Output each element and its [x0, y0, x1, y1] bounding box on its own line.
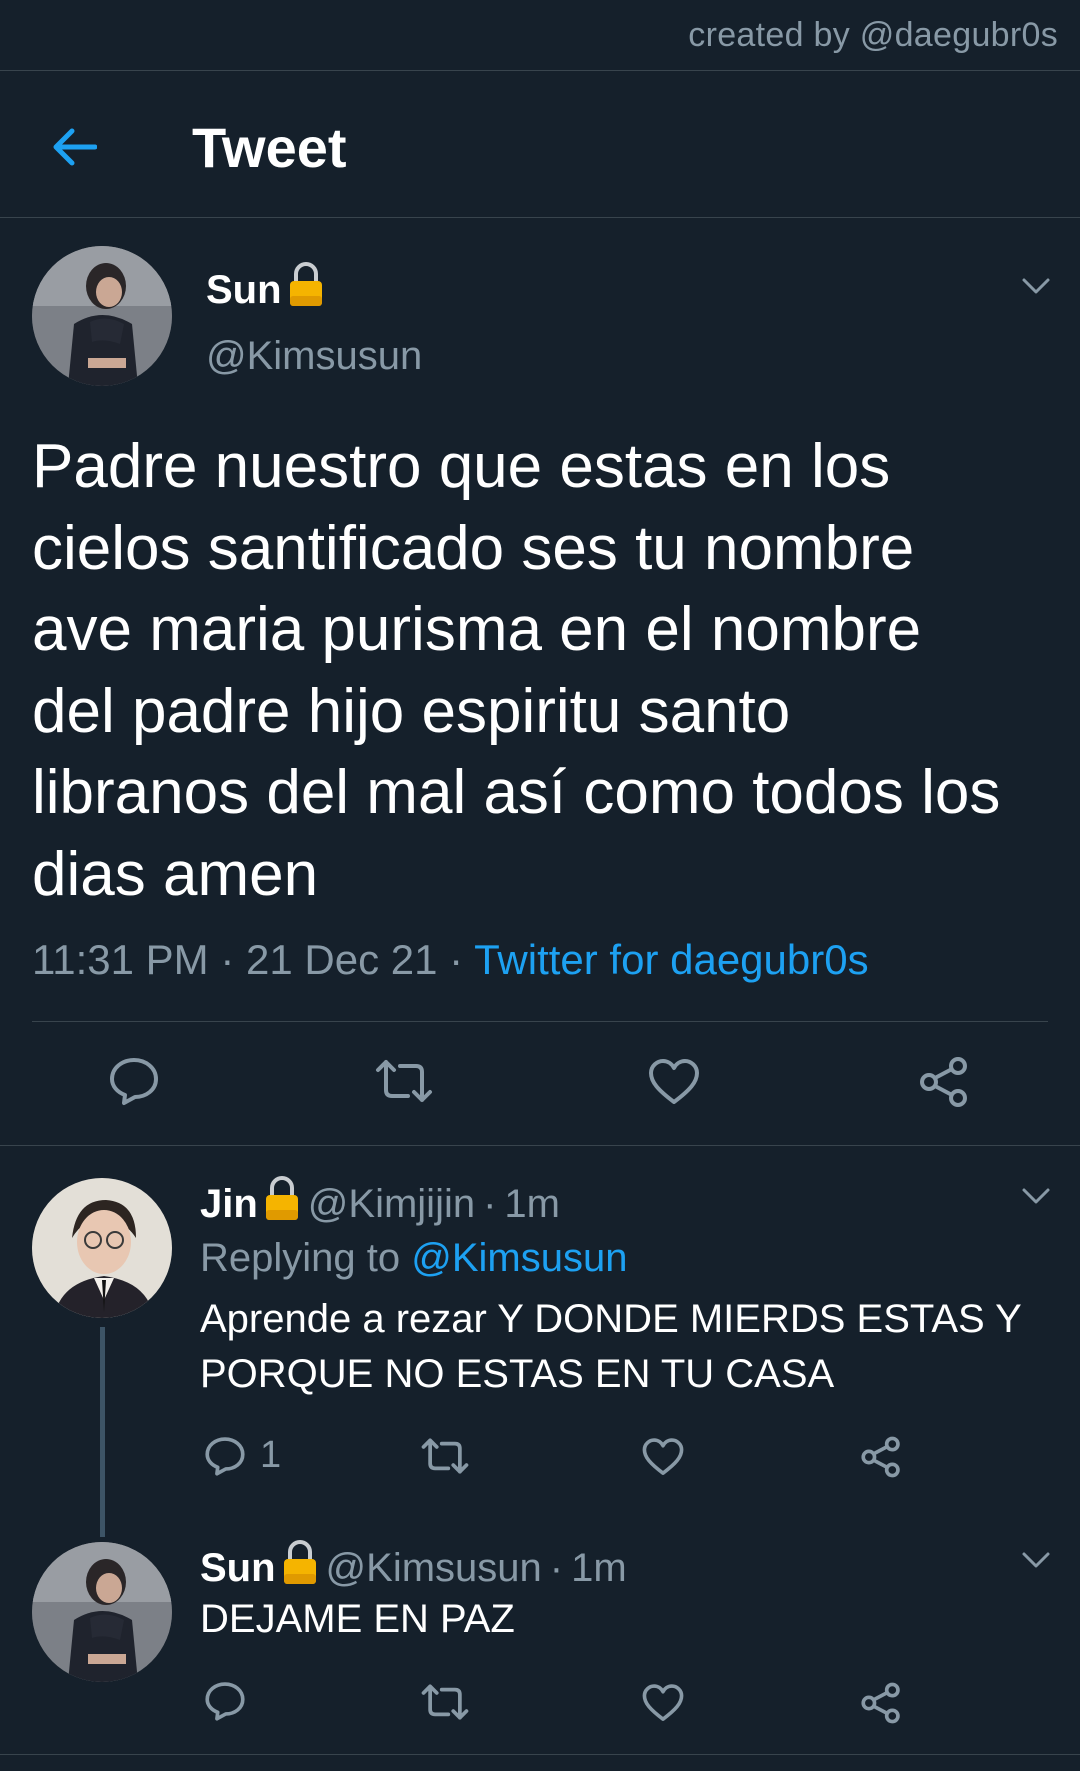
tweet-text-line: ave maria purisma en el nombre [32, 595, 922, 664]
chevron-down-icon [1022, 278, 1050, 294]
back-arrow-icon [53, 128, 97, 166]
divider [0, 1754, 1080, 1755]
lock-icon [264, 1176, 300, 1232]
reply-options-button[interactable] [1016, 1176, 1056, 1216]
tweet-options-button[interactable] [1016, 266, 1056, 306]
like-button[interactable] [648, 1058, 700, 1106]
tweet-date: 21 Dec 21 [246, 936, 438, 983]
top-bar: Tweet [0, 71, 1080, 218]
lock-icon [288, 262, 324, 318]
tweet-source-link[interactable]: Twitter for daegubr0s [474, 936, 869, 983]
tweet-text-line: libranos del mal así como todos los [32, 758, 1001, 827]
share-button[interactable] [860, 1436, 902, 1478]
lock-icon [282, 1540, 318, 1596]
page-title: Tweet [192, 116, 347, 179]
share-icon [861, 1682, 900, 1724]
like-icon [642, 1684, 684, 1721]
main-tweet-handle[interactable]: @Kimsusun [206, 334, 422, 379]
reply-options-button[interactable] [1016, 1540, 1056, 1580]
credit-text: created by @daegubr0s [688, 16, 1058, 54]
tweet-text-line: Padre nuestro que estas en los [32, 432, 891, 501]
retweet-icon [376, 1060, 432, 1102]
reply-header: Sun @Kimsusun · 1m [200, 1540, 627, 1596]
share-button[interactable] [918, 1056, 970, 1108]
like-icon [649, 1059, 699, 1104]
reply-time: 1m [504, 1181, 560, 1226]
reply-avatar[interactable] [32, 1542, 172, 1682]
retweet-icon [421, 1438, 469, 1474]
reply-time: 1m [571, 1545, 627, 1590]
reply-header: Jin @Kimjijin · 1m [200, 1176, 560, 1232]
tweet-text-line: del padre hijo espiritu santo [32, 676, 791, 746]
replying-to: Replying to @Kimsusun [200, 1236, 627, 1281]
reply-author-name[interactable]: Jin [200, 1182, 258, 1227]
thread-connector [100, 1327, 105, 1537]
main-tweet-text: Padre nuestro que estas en los cielos sa… [32, 426, 1062, 915]
reply-button[interactable]: 1 [204, 1434, 281, 1477]
replying-to-mention[interactable]: @Kimsusun [411, 1236, 627, 1280]
meta-separator: · [549, 1545, 564, 1590]
reply-icon [110, 1058, 158, 1105]
reply-count: 1 [260, 1434, 282, 1476]
tweet-time: 11:31 PM [32, 936, 209, 983]
reply-icon [205, 1436, 245, 1476]
reply-text-line: DEJAME EN PAZ [200, 1597, 515, 1641]
retweet-button[interactable] [420, 1683, 470, 1721]
divider [32, 1021, 1048, 1022]
reply-handle[interactable]: @Kimjijin [308, 1182, 475, 1227]
like-button[interactable] [642, 1437, 684, 1477]
retweet-icon [421, 1684, 469, 1720]
reply-text-line: PORQUE NO ESTAS EN TU CASA [200, 1352, 835, 1396]
retweet-button[interactable] [374, 1058, 434, 1104]
share-icon [920, 1057, 967, 1107]
tweet-text-line: dias amen [32, 839, 319, 909]
back-button[interactable] [38, 111, 110, 183]
replying-to-label: Replying to [200, 1236, 401, 1280]
tweet-text-line: cielos santificado ses tu nombre [32, 513, 915, 583]
divider [0, 1145, 1080, 1146]
reply-handle[interactable]: @Kimsusun [326, 1546, 542, 1591]
meta-separator: · [449, 936, 464, 983]
reply-button[interactable] [204, 1680, 246, 1722]
reply-avatar[interactable] [32, 1178, 172, 1318]
reply-icon [205, 1682, 245, 1721]
meta-separator: · [220, 936, 235, 983]
share-button[interactable] [860, 1682, 902, 1724]
chevron-down-icon [1022, 1552, 1050, 1568]
retweet-button[interactable] [420, 1437, 470, 1475]
meta-separator: · [483, 1181, 497, 1226]
main-tweet-author[interactable]: Sun [206, 262, 324, 318]
credit-bar: created by @daegubr0s [0, 0, 1080, 71]
share-icon [861, 1436, 900, 1478]
reply-text: Aprende a rezar Y DONDE MIERDS ESTAS Y P… [200, 1292, 1022, 1402]
like-icon [642, 1438, 684, 1475]
chevron-down-icon [1022, 1188, 1050, 1204]
author-name: Sun [206, 267, 282, 312]
main-tweet-avatar[interactable] [32, 246, 172, 386]
reply-text-line: Aprende a rezar Y DONDE MIERDS ESTAS Y [200, 1297, 1022, 1341]
reply-button[interactable] [108, 1056, 160, 1106]
reply-author-name[interactable]: Sun [200, 1546, 276, 1591]
tweet-meta: 11:31 PM · 21 Dec 21 · Twitter for daegu… [32, 936, 869, 984]
reply-text: DEJAME EN PAZ [200, 1592, 515, 1647]
like-button[interactable] [642, 1683, 684, 1723]
